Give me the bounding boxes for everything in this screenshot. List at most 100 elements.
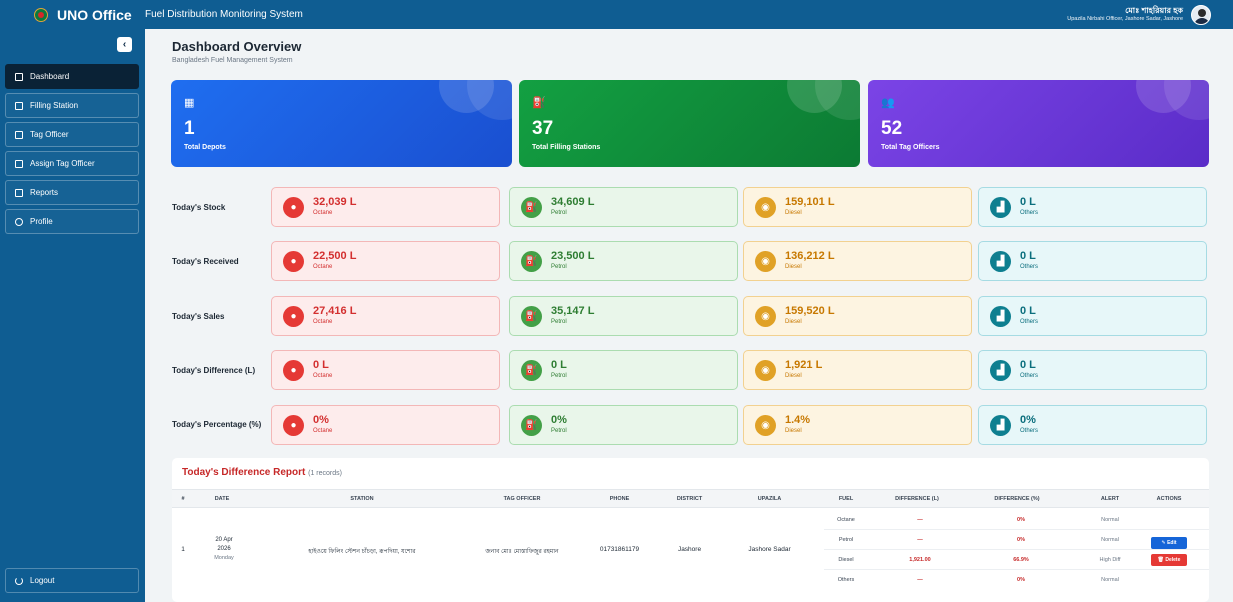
edit-button[interactable]: ✎ Edit [1151, 537, 1187, 549]
sidebar-item-label: Filling Station [30, 101, 79, 110]
delete-button[interactable]: 🗑 Delete [1151, 554, 1187, 566]
sidebar-item-assign-tag-officer[interactable]: Assign Tag Officer [5, 151, 139, 176]
users-icon: 👥 [881, 97, 895, 109]
card-fuel: Octane [313, 210, 333, 216]
grid-icon [15, 72, 23, 81]
drop-icon: ● [283, 415, 304, 436]
fuel-alert: Normal [1101, 537, 1119, 543]
card-fuel: Others [1020, 373, 1039, 379]
sidebar-item-label: Assign Tag Officer [30, 159, 95, 168]
sales-octane-card: ● 27,416 L Octane [271, 296, 500, 336]
row-label-sales: Today's Sales [172, 312, 225, 321]
card-value: 0 L [1020, 250, 1036, 262]
main-content: Dashboard Overview Bangladesh Fuel Manag… [145, 29, 1233, 602]
stock-octane-card: ● 32,039 L Octane [271, 187, 500, 227]
stat-value: 52 [881, 118, 903, 139]
brand-name: UNO Office [57, 6, 132, 23]
row-upazila: Jashore Sadar [748, 546, 791, 553]
stat-card-tag-officers: 👥 52 Total Tag Officers [868, 80, 1209, 167]
card-value: 0 L [1020, 305, 1036, 317]
row-phone: 01731861179 [599, 546, 640, 553]
card-fuel: Octane [313, 373, 333, 379]
fuel-row-octane: Octane — 0% Normal [824, 510, 1209, 530]
card-fuel: Diesel [785, 210, 802, 216]
fuel-diff-l: — [917, 517, 923, 523]
row-label-difference: Today's Difference (L) [172, 366, 256, 375]
barrel-icon: ◉ [755, 360, 776, 381]
logout-button[interactable]: Logout [5, 568, 139, 593]
difference-report: Today's Difference Report (1 records) # … [172, 458, 1209, 602]
sidebar-item-tag-officer[interactable]: Tag Officer [5, 122, 139, 147]
bangladesh-emblem-icon [34, 7, 48, 22]
table-header: # DATE STATION TAG OFFICER PHONE DISTRIC… [172, 489, 1209, 508]
page-title: Dashboard Overview [172, 39, 302, 54]
difference-octane-card: ● 0 L Octane [271, 350, 500, 390]
fuel-diff-pct: 0% [1017, 517, 1025, 523]
received-petrol-card: ⛽ 23,500 L Petrol [509, 241, 738, 281]
card-value: 136,212 L [785, 250, 835, 262]
fuel-diff-pct: 66.9% [1013, 557, 1029, 563]
brand[interactable]: UNO Office [0, 7, 145, 23]
card-value: 0 L [1020, 359, 1036, 371]
barrel-icon: ◉ [755, 306, 776, 327]
factory-icon: ▟ [990, 251, 1011, 272]
column-header: STATION [350, 496, 374, 502]
card-fuel: Petrol [551, 210, 567, 216]
stat-label: Total Filling Stations [532, 144, 601, 151]
card-value: 34,609 L [551, 196, 595, 208]
card-value: 1,921 L [785, 359, 823, 371]
row-station: হাইওয়ে ফিলিং স্টেশন চাঁচড়া, রূপদিয়া, … [308, 549, 416, 555]
sales-petrol-card: ⛽ 35,147 L Petrol [509, 296, 738, 336]
sidebar-item-dashboard[interactable]: Dashboard [5, 64, 139, 89]
percentage-others-card: ▟ 0% Others [978, 405, 1207, 445]
sidebar-nav: Dashboard Filling Station Tag Officer As… [5, 64, 139, 238]
factory-icon: ▟ [990, 197, 1011, 218]
sidebar-item-reports[interactable]: Reports [5, 180, 139, 205]
sidebar-item-label: Dashboard [30, 72, 70, 81]
sidebar-item-label: Tag Officer [30, 130, 69, 139]
sidebar: ‹ Dashboard Filling Station Tag Officer … [0, 29, 145, 602]
user-profile[interactable]: মোঃ শাহরিয়ার হক Upazila Nirbahi Officer… [1067, 0, 1211, 29]
card-fuel: Petrol [551, 373, 567, 379]
column-header: DATE [214, 496, 230, 502]
card-fuel: Octane [313, 428, 333, 434]
top-bar: UNO Office Fuel Distribution Monitoring … [0, 0, 1233, 29]
column-header: UPAZILA [757, 496, 782, 502]
avatar[interactable] [1191, 4, 1211, 25]
card-value: 32,039 L [313, 196, 357, 208]
fuel-alert: High Diff [1099, 557, 1121, 563]
card-fuel: Octane [313, 319, 333, 325]
row-date-day: 20 Apr [215, 537, 233, 543]
sales-diesel-card: ◉ 159,520 L Diesel [743, 296, 972, 336]
collapse-sidebar-button[interactable]: ‹ [117, 37, 132, 52]
difference-petrol-card: ⛽ 0 L Petrol [509, 350, 738, 390]
fuel-diff-pct: 0% [1017, 577, 1025, 583]
stat-card-filling-stations: ⛽ 37 Total Filling Stations [519, 80, 860, 167]
row-date-weekday: Monday [214, 555, 234, 561]
station-icon [15, 101, 23, 110]
fuel-name: Diesel [838, 557, 854, 563]
fuel-pump-icon: ⛽ [521, 251, 542, 272]
sidebar-item-profile[interactable]: Profile [5, 209, 139, 234]
column-header: DIFFERENCE (%) [994, 496, 1040, 502]
barrel-icon: ◉ [755, 197, 776, 218]
card-fuel: Petrol [551, 428, 567, 434]
row-tag-officer: জনাব মোঃ মোস্তাফিজুর রহমান [485, 549, 559, 555]
user-name: মোঃ শাহরিয়ার হক [1125, 5, 1183, 15]
report-title-text: Today's Difference Report [182, 467, 306, 478]
stat-label: Total Depots [184, 144, 226, 151]
barrel-icon: ◉ [755, 415, 776, 436]
page-subtitle: Bangladesh Fuel Management System [172, 57, 293, 64]
row-district: Jashore [677, 546, 702, 553]
drop-icon: ● [283, 306, 304, 327]
percentage-diesel-card: ◉ 1.4% Diesel [743, 405, 972, 445]
column-header: ACTIONS [1156, 496, 1182, 502]
card-value: 22,500 L [313, 250, 357, 262]
column-header: ALERT [1100, 496, 1120, 502]
card-value: 0 L [551, 359, 567, 371]
sidebar-item-filling-station[interactable]: Filling Station [5, 93, 139, 118]
row-date-year: 2026 [217, 546, 231, 552]
document-icon [15, 188, 23, 197]
card-value: 0 L [1020, 196, 1036, 208]
report-title: Today's Difference Report (1 records) [182, 467, 342, 478]
